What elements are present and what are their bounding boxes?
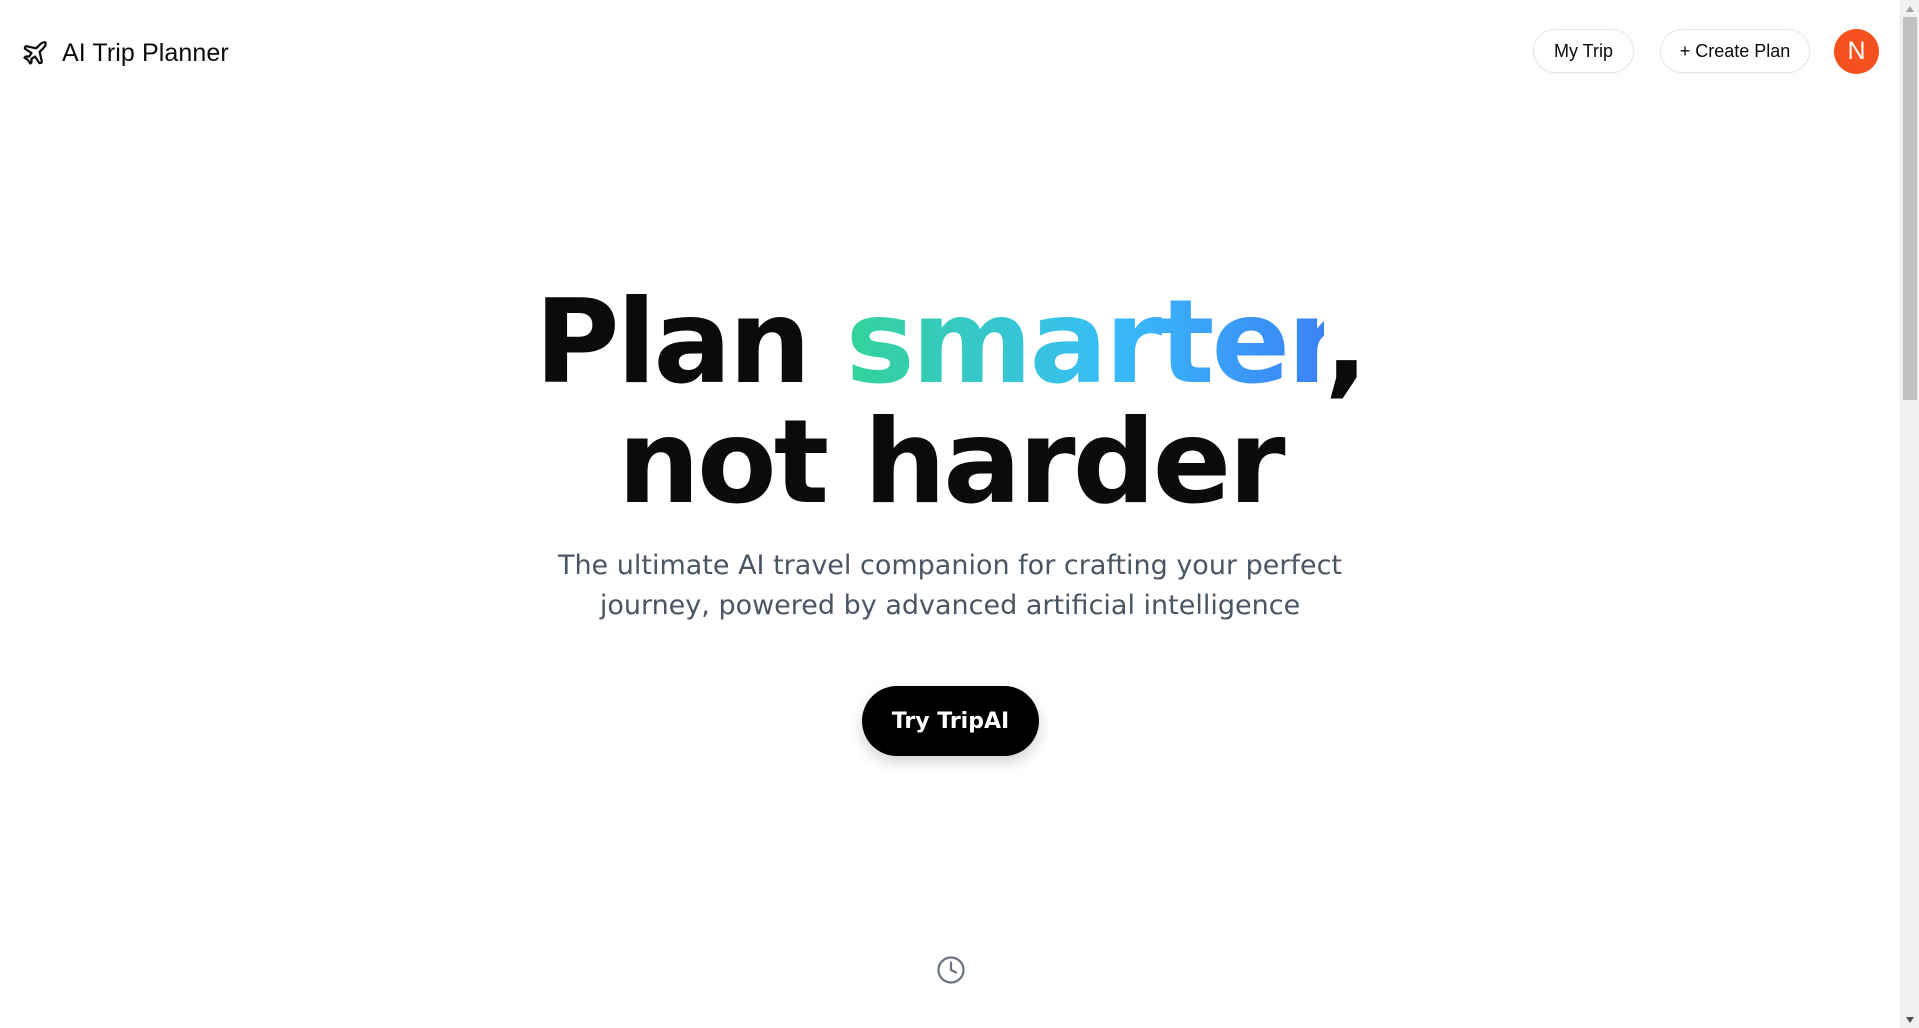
clock-icon [936,955,966,985]
create-plan-button[interactable]: + Create Plan [1660,29,1810,73]
main-area: AI Trip Planner My Trip + Create Plan N … [0,0,1900,1028]
user-avatar[interactable]: N [1834,29,1879,74]
scrollbar-thumb[interactable] [1903,17,1917,400]
my-trip-button[interactable]: My Trip [1533,29,1634,73]
headline-comma: , [1324,275,1368,410]
headline-accent: smarter [845,275,1328,410]
headline-line-2: not harder [617,395,1285,530]
page: AI Trip Planner My Trip + Create Plan N … [0,0,1919,1028]
plane-icon [20,38,50,68]
headline-line-1: Plan smarter, [0,283,1900,403]
scroll-down-arrow-icon[interactable] [1901,1011,1919,1028]
try-tripai-button[interactable]: Try TripAI [862,686,1039,756]
hero-subtitle: The ultimate AI travel companion for cra… [557,550,1343,621]
scroll-up-arrow-icon[interactable] [1901,0,1919,17]
vertical-scrollbar[interactable] [1900,0,1919,1028]
brand-logo[interactable]: AI Trip Planner [20,34,229,72]
headline-part-1: Plan [534,275,846,410]
brand-title: AI Trip Planner [62,38,229,67]
top-header: AI Trip Planner My Trip + Create Plan N [0,0,1900,104]
